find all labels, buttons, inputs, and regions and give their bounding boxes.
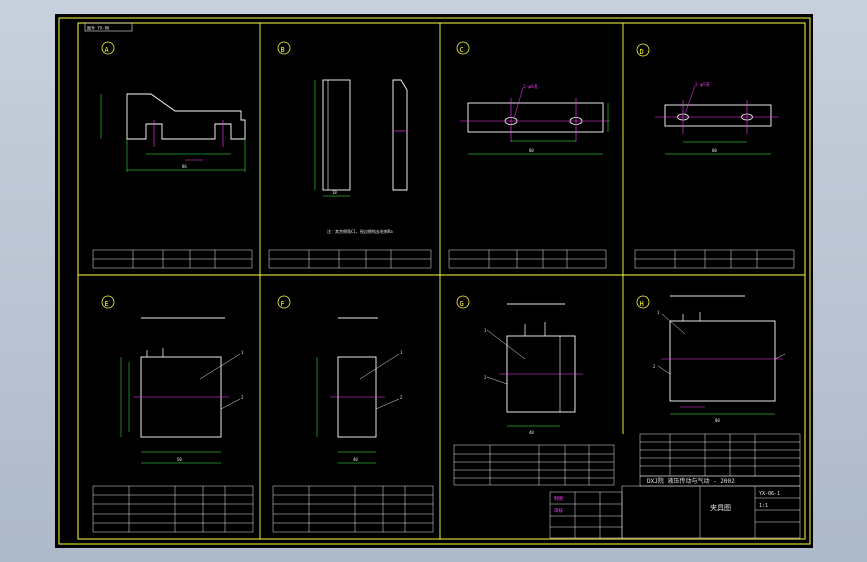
drawing-sheet: 图号 YX-06 A B C D E F G H 86 18 注：其余倒角C1，… bbox=[58, 17, 811, 545]
callout-e-2: 2 bbox=[241, 395, 244, 400]
minor-table-c bbox=[448, 249, 607, 269]
panel-grid bbox=[78, 23, 805, 539]
dim-d-total: 80 bbox=[712, 148, 717, 153]
part-view-d: 2-φ5孔 80 bbox=[655, 81, 779, 155]
part-view-b: 18 注：其余倒角C1，锐边倒钝去毛刺Ra bbox=[314, 79, 408, 234]
minor-table-e bbox=[92, 485, 254, 533]
title-drawn-by: 制图 bbox=[554, 495, 563, 502]
main-title-block-grid bbox=[549, 433, 801, 539]
title-scale: 1:1 bbox=[759, 503, 768, 509]
note-b: 注：其余倒角C1，锐边倒钝去毛刺Ra bbox=[327, 228, 393, 234]
part-view-c: 2-φ6孔 80 bbox=[460, 83, 610, 155]
view-label-d: D bbox=[640, 48, 644, 56]
minor-table-a bbox=[92, 249, 253, 269]
minor-table-g bbox=[453, 444, 615, 486]
dim-c-hole: 2-φ6孔 bbox=[523, 83, 539, 90]
view-label-g: G bbox=[460, 300, 464, 308]
view-label-f: F bbox=[281, 300, 285, 308]
part-view-e: 50 1 2 bbox=[120, 317, 244, 464]
dim-d-hole: 2-φ5孔 bbox=[695, 81, 711, 88]
view-label-b: B bbox=[281, 46, 285, 54]
callout-e-1: 1 bbox=[241, 350, 244, 355]
callout-h-1: 1 bbox=[657, 310, 660, 315]
part-view-g: 40 1 2 bbox=[484, 303, 583, 435]
callout-h-2: 2 bbox=[653, 364, 656, 369]
view-label-h: H bbox=[640, 300, 644, 308]
title-school: DXJ院 液压传动与气动 - 2002 bbox=[647, 477, 735, 485]
corner-tag: 图号 YX-06 bbox=[87, 25, 110, 31]
dim-b-width: 18 bbox=[332, 190, 337, 195]
view-label-e: E bbox=[105, 300, 109, 308]
dim-c-total: 80 bbox=[529, 148, 534, 153]
inner-border bbox=[77, 22, 806, 540]
cad-drawing-canvas[interactable]: 图号 YX-06 A B C D E F G H 86 18 注：其余倒角C1，… bbox=[55, 14, 813, 548]
minor-table-f bbox=[272, 485, 434, 533]
view-label-a: A bbox=[105, 46, 110, 54]
callout-g-1: 1 bbox=[484, 328, 487, 333]
minor-table-d bbox=[634, 249, 795, 269]
title-checked-by: 审核 bbox=[554, 507, 563, 514]
dim-a-total: 86 bbox=[182, 164, 187, 169]
title-sheet: YX-06-1 bbox=[759, 491, 780, 497]
dim-f-bottom: 40 bbox=[353, 457, 358, 462]
title-drawing-name: 夹具图 bbox=[710, 503, 731, 512]
minor-table-b bbox=[268, 249, 432, 269]
dim-e-bottom: 50 bbox=[177, 457, 182, 462]
dim-h-bottom: 80 bbox=[715, 418, 720, 423]
part-view-h: 80 1 2 bbox=[653, 295, 786, 423]
part-view-a: 86 bbox=[100, 93, 246, 172]
callout-g-2: 2 bbox=[484, 375, 487, 380]
view-label-c: C bbox=[460, 46, 464, 54]
outer-border bbox=[58, 17, 811, 545]
callout-f-1: 1 bbox=[400, 350, 403, 355]
dim-g-bottom: 40 bbox=[529, 430, 534, 435]
part-view-f: 40 1 2 bbox=[316, 317, 403, 464]
callout-f-2: 2 bbox=[400, 395, 403, 400]
